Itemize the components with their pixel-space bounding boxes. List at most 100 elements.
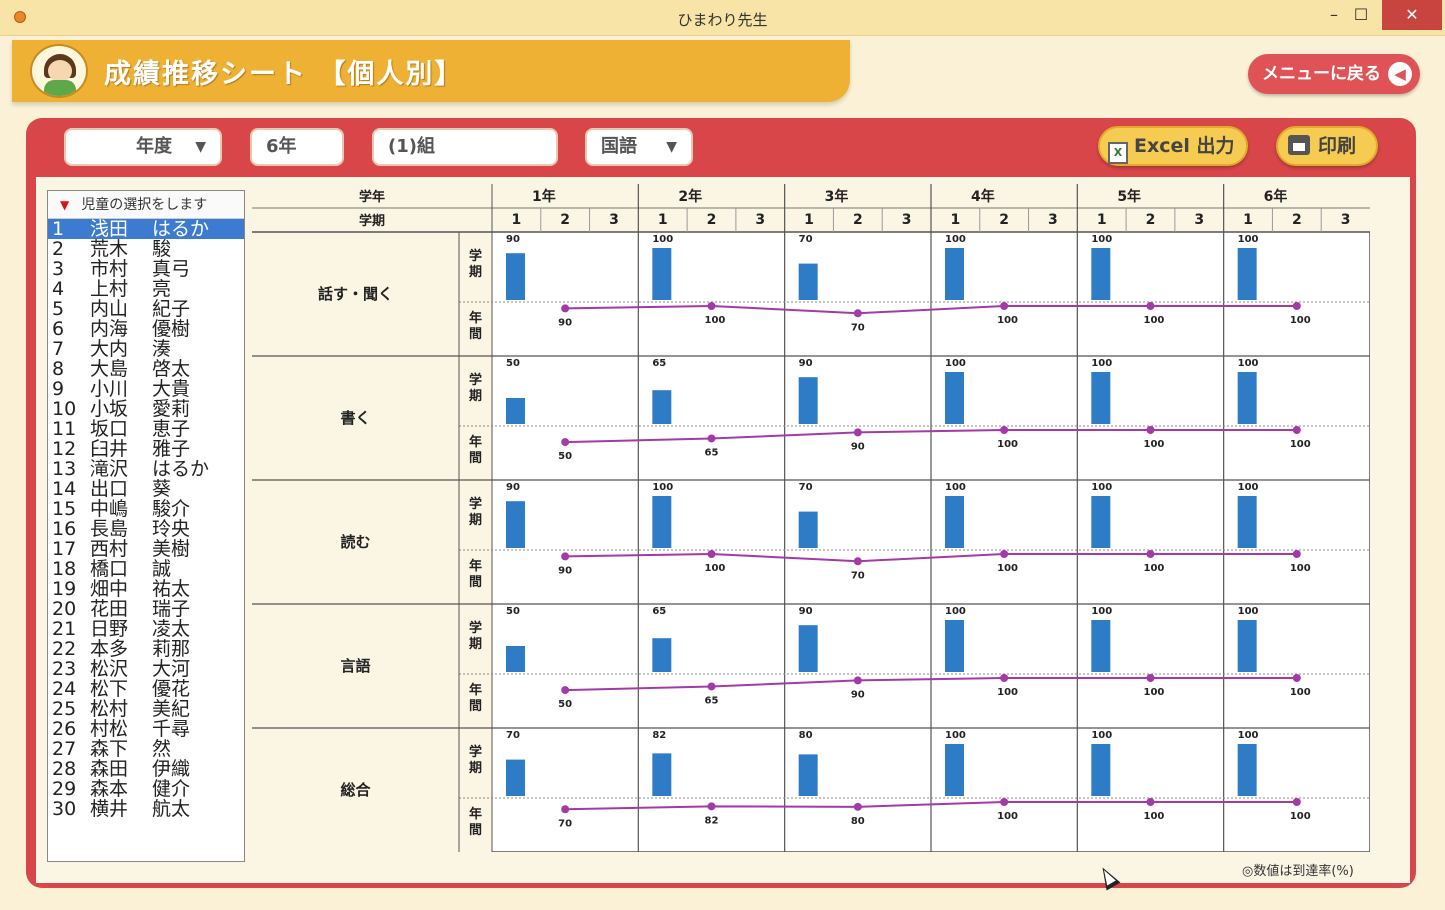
year-select-label: 年度 (136, 136, 172, 157)
class-field[interactable]: (1)組 (372, 128, 558, 166)
term-header-label: 学期 (359, 213, 385, 229)
annual-trend-point (561, 686, 570, 695)
term-column-label: 2 (853, 212, 863, 228)
student-last-name: 本多 (90, 638, 129, 660)
annual-trend-point (707, 802, 716, 811)
student-number: 26 (52, 718, 77, 740)
student-list-item[interactable]: 9 小川 大貴 (48, 379, 244, 399)
student-list-item[interactable]: 8 大島 啓太 (48, 359, 244, 379)
student-list-item[interactable]: 18 橋口 誠 (48, 559, 244, 579)
annual-trend-point (1000, 550, 1009, 558)
term-column-label: 2 (560, 212, 570, 228)
student-list-item[interactable]: 30 横井 航太 (48, 799, 244, 819)
student-list-item[interactable]: 6 内海 優樹 (48, 319, 244, 339)
student-list-item[interactable]: 3 市村 真弓 (48, 259, 244, 279)
student-last-name: 松下 (90, 678, 129, 700)
annual-trend-point (853, 309, 862, 318)
student-list-item[interactable]: 25 松村 美紀 (48, 699, 244, 719)
class-label: (1)組 (388, 136, 435, 157)
student-number: 8 (52, 358, 65, 380)
student-number: 17 (52, 538, 77, 560)
student-first-name: 湊 (152, 338, 172, 360)
grade-field[interactable]: 6年 (250, 128, 344, 166)
student-list-item[interactable]: 29 森本 健介 (48, 779, 244, 799)
student-list-item[interactable]: 27 森下 然 (48, 739, 244, 759)
student-list-item[interactable]: 11 坂口 恵子 (48, 419, 244, 439)
student-list-item[interactable]: 19 畑中 祐太 (48, 579, 244, 599)
term-score-bar (506, 501, 525, 548)
category-label: 書く (340, 409, 370, 427)
student-list-item[interactable]: 24 松下 優花 (48, 679, 244, 699)
annual-trend-point (1000, 426, 1009, 434)
student-list-item[interactable]: 21 日野 凌太 (48, 619, 244, 639)
category-label: 読む (340, 533, 370, 551)
back-to-menu-button[interactable]: メニューに戻る ◀ (1248, 54, 1420, 94)
chevron-down-icon: ▼ (195, 139, 206, 155)
grade-trend-grid: 学年 学期 1年 1 2 3 2年 1 2 3 3年 1 2 3 4年 1 2 3 5年 1 2 3 6年 1 2 3 話す・聞く学… (252, 184, 1370, 852)
student-list-item[interactable]: 20 花田 瑞子 (48, 599, 244, 619)
term-score-label: 90 (506, 482, 520, 493)
student-first-name: 然 (152, 738, 172, 760)
year-select[interactable]: 年度 ▼ (64, 128, 222, 166)
subject-select[interactable]: 国語 ▼ (585, 128, 693, 166)
student-list-item[interactable]: 12 臼井 雅子 (48, 439, 244, 459)
student-first-name: 愛莉 (152, 398, 191, 420)
annual-trend-point (707, 302, 716, 310)
term-column-label: 3 (1048, 212, 1058, 228)
student-last-name: 森田 (90, 758, 129, 780)
student-number: 11 (52, 418, 77, 440)
student-list-item[interactable]: 10 小坂 愛莉 (48, 399, 244, 419)
term-score-label: 65 (652, 606, 666, 617)
student-first-name: 大河 (152, 658, 191, 680)
student-list-item[interactable]: 14 出口 葵 (48, 479, 244, 499)
student-list-item[interactable]: 2 荒木 駿 (48, 239, 244, 259)
term-row-label: 学 (469, 744, 482, 760)
annual-score-label: 100 (997, 315, 1018, 326)
annual-trend-point (1000, 798, 1009, 806)
student-number: 5 (52, 298, 65, 320)
student-list-item[interactable]: 7 大内 湊 (48, 339, 244, 359)
student-number: 4 (52, 278, 65, 300)
student-list-item[interactable]: 1 浅田 はるか (48, 219, 244, 239)
student-list-item[interactable]: 23 松沢 大河 (48, 659, 244, 679)
student-number: 29 (52, 778, 77, 800)
student-list-item[interactable]: 4 上村 亮 (48, 279, 244, 299)
student-list-item[interactable]: 22 本多 莉那 (48, 639, 244, 659)
term-score-label: 50 (506, 358, 520, 369)
term-column-label: 2 (1146, 212, 1156, 228)
student-last-name: 坂口 (90, 418, 129, 440)
term-score-bar (506, 759, 525, 796)
student-number: 16 (52, 518, 77, 540)
student-first-name: 優花 (152, 678, 191, 700)
year-row-label: 間 (469, 327, 482, 342)
student-list-item[interactable]: 5 内山 紀子 (48, 299, 244, 319)
student-first-name: 美紀 (152, 698, 191, 720)
student-number: 18 (52, 558, 77, 580)
annual-trend-point (1000, 674, 1009, 682)
term-score-bar (944, 372, 964, 424)
student-list-item[interactable]: 28 森田 伊織 (48, 759, 244, 779)
student-list-item[interactable]: 17 西村 美樹 (48, 539, 244, 559)
student-first-name: 玲央 (152, 518, 191, 540)
student-last-name: 中嶋 (90, 498, 129, 520)
year-row-label: 間 (469, 823, 482, 838)
term-score-bar (1237, 372, 1257, 424)
term-score-label: 100 (652, 234, 673, 245)
student-list-item[interactable]: 13 滝沢 はるか (48, 459, 244, 479)
grade-column-label: 6年 (1264, 188, 1288, 205)
footnote: ◎数値は到達率(%) (1242, 864, 1354, 879)
excel-export-button[interactable]: X Excel 出力 (1098, 126, 1248, 166)
student-last-name: 横井 (90, 798, 129, 820)
grade-column-label: 1年 (532, 188, 556, 205)
student-number: 15 (52, 498, 77, 520)
student-list-item[interactable]: 26 村松 千尋 (48, 719, 244, 739)
term-row-label: 学 (469, 372, 482, 388)
student-list-item[interactable]: 16 長島 玲央 (48, 519, 244, 539)
close-button[interactable]: ✕ (1382, 0, 1442, 30)
maximize-button[interactable]: ☐ (1338, 0, 1384, 30)
term-score-label: 90 (799, 606, 813, 617)
student-listbox[interactable]: ▼ 児童の選択をします 1 浅田 はるか 2 荒木駿 3 市村 真弓 4 上村亮 5 内山 紀子 6 内海 優樹… (47, 190, 245, 862)
print-button[interactable]: 印刷 (1276, 126, 1378, 166)
student-list-item[interactable]: 15 中嶋 駿介 (48, 499, 244, 519)
term-column-label: 1 (1243, 212, 1253, 228)
